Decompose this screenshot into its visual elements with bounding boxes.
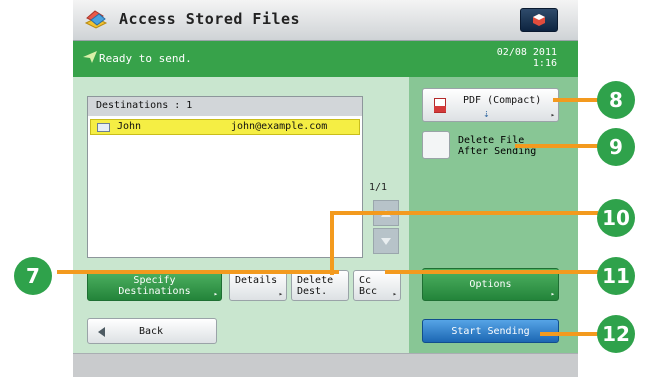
corner-arrow-icon: ▸ (550, 290, 555, 298)
corner-arrow-icon: ▸ (213, 290, 218, 298)
specify-line-2: Destinations (118, 285, 191, 297)
destinations-header: Destinations : 1 (88, 97, 362, 116)
callout-line-10 (330, 211, 598, 215)
contact-card-icon (97, 123, 110, 132)
callout-line-7 (57, 270, 339, 274)
cc-line: Cc (359, 275, 372, 286)
callout-line-10-drop (330, 211, 334, 275)
specify-line-1: Specify (133, 274, 176, 286)
details-label: Details (235, 275, 278, 286)
corner-arrow-icon: ▸ (278, 290, 283, 298)
file-format-button[interactable]: PDF (Compact) ⇣ ▸ (422, 88, 559, 122)
bottom-strip (73, 353, 578, 377)
corner-arrow-icon: ▸ (550, 111, 555, 119)
back-arrow-icon (98, 327, 105, 337)
destination-email: john@example.com (231, 121, 328, 132)
delete-destination-label: Delete Dest. (297, 275, 333, 297)
back-button[interactable]: Back (87, 318, 217, 344)
status-date: 02/08 2011 (496, 47, 557, 58)
pdf-file-icon (434, 98, 446, 113)
details-button[interactable]: Details ▸ (229, 270, 287, 301)
callout-line-11 (385, 270, 615, 274)
destinations-list: Destinations : 1 John john@example.com (87, 96, 363, 258)
menu-button[interactable] (520, 8, 558, 32)
destination-row[interactable]: John john@example.com (90, 119, 360, 135)
start-sending-button[interactable]: Start Sending (422, 319, 559, 343)
status-message: Ready to send. (99, 52, 192, 65)
specify-destinations-button[interactable]: Specify Destinations ▸ (87, 270, 222, 301)
callout-10: 10 (597, 199, 635, 237)
back-label: Back (139, 326, 164, 337)
send-icon (83, 51, 97, 63)
delete-line-2: Dest. (297, 286, 328, 297)
status-bar: Ready to send. 02/08 2011 1:16 (73, 41, 578, 77)
device-screen: Access Stored Files Ready to send. 02/08… (73, 0, 578, 377)
pdf-icon-tag (434, 106, 446, 112)
destination-name: John (117, 121, 142, 132)
status-time: 1:16 (532, 58, 557, 69)
start-sending-label: Start Sending (451, 325, 530, 337)
app-icon (84, 10, 108, 29)
title-bar: Access Stored Files (73, 0, 578, 41)
callout-9: 9 (597, 128, 635, 166)
download-arrow-icon: ⇣ (483, 107, 490, 120)
window-title: Access Stored Files (119, 10, 301, 28)
file-format-label: PDF (Compact) (463, 95, 542, 106)
specify-destinations-label: Specify Destinations (118, 275, 190, 297)
callout-12: 12 (597, 315, 635, 353)
cc-bcc-label: Cc Bcc (359, 275, 377, 297)
scroll-down-icon (381, 237, 391, 245)
page-indicator: 1/1 (369, 182, 388, 193)
delete-file-checkbox[interactable] (422, 131, 450, 159)
destinations-count: Destinations : 1 (96, 100, 193, 111)
corner-arrow-icon: ▸ (392, 290, 397, 298)
delete-destination-button[interactable]: Delete Dest. (291, 270, 349, 301)
delete-line-1: Delete (297, 275, 334, 286)
options-label: Options (469, 279, 512, 290)
callout-8: 8 (597, 81, 635, 119)
scroll-down-button[interactable] (373, 228, 399, 254)
callout-11: 11 (597, 257, 635, 295)
cc-bcc-button[interactable]: Cc Bcc ▸ (353, 270, 401, 301)
menu-icon (533, 14, 545, 26)
callout-7: 7 (14, 257, 52, 295)
bcc-line: Bcc (359, 286, 378, 297)
